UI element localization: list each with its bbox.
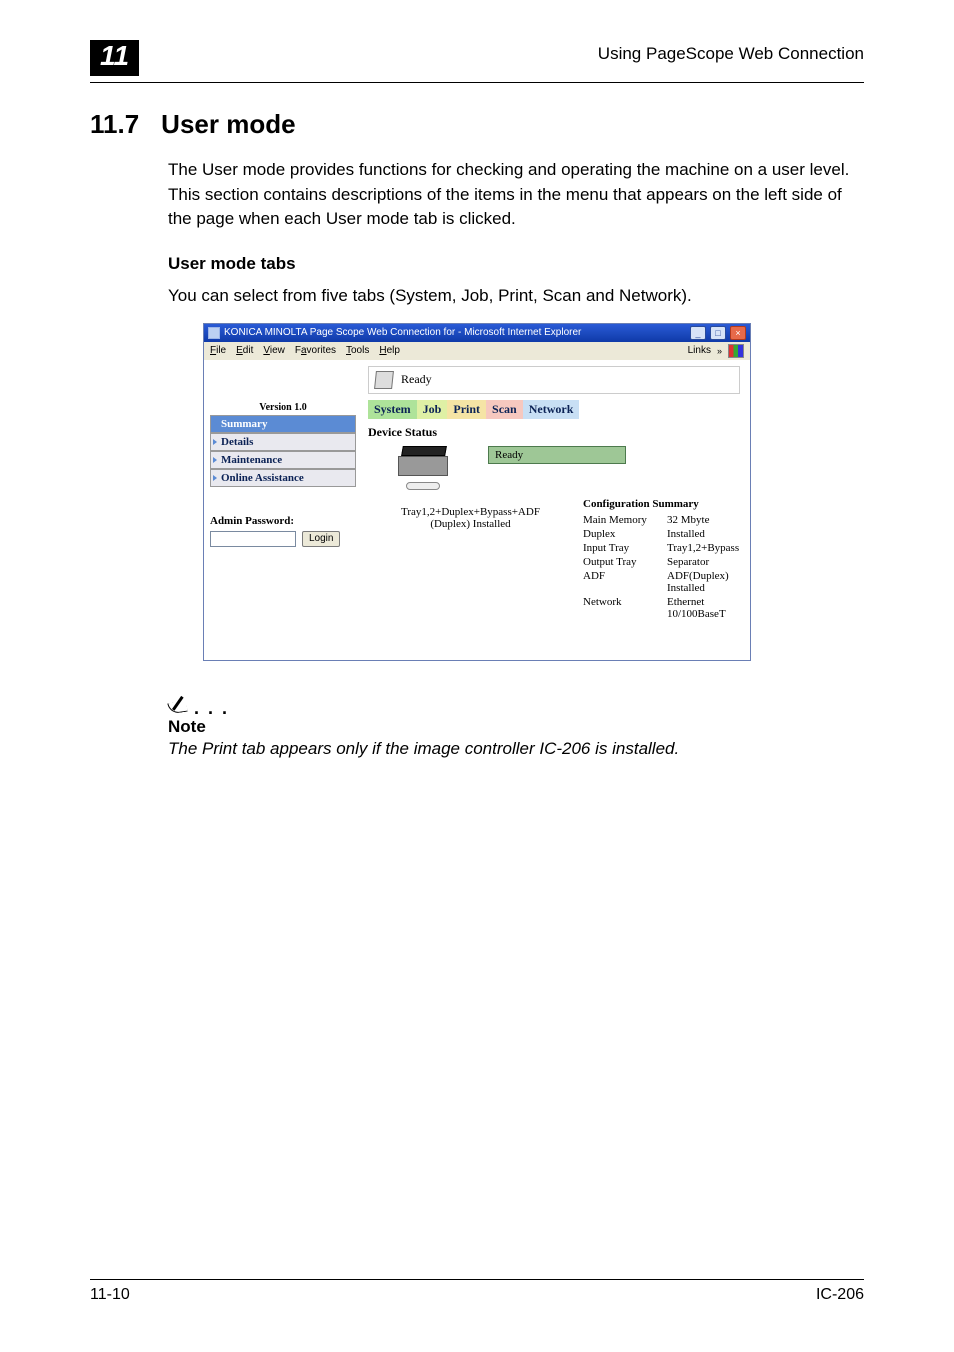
maximize-button[interactable]: □	[710, 326, 726, 340]
tab-strip: System Job Print Scan Network	[368, 400, 740, 419]
footer-page-number: 11-10	[90, 1286, 130, 1304]
minimize-button[interactable]: _	[690, 326, 706, 340]
configuration-grid: Main Memory 32 Mbyte Duplex Installed In…	[583, 514, 740, 620]
ready-status-box: Ready	[488, 446, 626, 464]
login-button[interactable]: Login	[302, 531, 340, 547]
status-text: Ready	[401, 372, 432, 387]
ie-icon	[208, 327, 220, 339]
tab-system[interactable]: System	[368, 400, 417, 419]
tab-print[interactable]: Print	[447, 400, 486, 419]
config-val-network: Ethernet 10/100BaseT	[667, 596, 740, 620]
printer-status-icon	[374, 371, 394, 389]
tab-scan[interactable]: Scan	[486, 400, 523, 419]
subheading-user-mode-tabs: User mode tabs	[168, 254, 864, 274]
content-pane: Ready System Job Print Scan Network Devi…	[362, 360, 750, 660]
page-footer: 11-10 IC-206	[90, 1279, 864, 1304]
subheading-text: You can select from five tabs (System, J…	[168, 284, 864, 309]
config-key-output-tray: Output Tray	[583, 556, 661, 568]
config-val-main-memory: 32 Mbyte	[667, 514, 740, 526]
config-val-input-tray: Tray1,2+Bypass	[667, 542, 740, 554]
note-text: The Print tab appears only if the image …	[168, 739, 864, 759]
menu-file[interactable]: File	[210, 345, 226, 356]
config-val-adf: ADF(Duplex) Installed	[667, 570, 740, 594]
config-val-output-tray: Separator	[667, 556, 740, 568]
section-number: 11.7	[90, 109, 139, 140]
note-label: Note	[168, 717, 864, 737]
window-titlebar: KONICA MINOLTA Page Scope Web Connection…	[204, 324, 750, 342]
menu-favorites[interactable]: Favorites	[295, 345, 336, 356]
config-key-adf: ADF	[583, 570, 661, 594]
menu-help[interactable]: Help	[379, 345, 400, 356]
status-banner: Ready	[368, 366, 740, 394]
menu-view[interactable]: View	[263, 345, 285, 356]
config-key-main-memory: Main Memory	[583, 514, 661, 526]
config-key-network: Network	[583, 596, 661, 620]
tab-job[interactable]: Job	[417, 400, 448, 419]
menu-tools[interactable]: Tools	[346, 345, 369, 356]
device-status-heading: Device Status	[368, 425, 740, 440]
browser-window: KONICA MINOLTA Page Scope Web Connection…	[203, 323, 751, 661]
printer-icon	[392, 446, 454, 492]
sidebar: Version 1.0 Summary Details Maintenance …	[204, 360, 362, 660]
device-illustration	[368, 446, 478, 492]
section-intro: The User mode provides functions for che…	[168, 158, 864, 232]
sidebar-item-online-assistance[interactable]: Online Assistance	[210, 469, 356, 487]
browser-menubar: File Edit View Favorites Tools Help Link…	[204, 342, 750, 360]
breadcrumb: Using PageScope Web Connection	[598, 40, 864, 64]
note-icon	[168, 691, 190, 713]
close-button[interactable]: ×	[730, 326, 746, 340]
sidebar-item-maintenance[interactable]: Maintenance	[210, 451, 356, 469]
sidebar-item-summary[interactable]: Summary	[210, 415, 356, 433]
tab-network[interactable]: Network	[523, 400, 580, 419]
window-title: KONICA MINOLTA Page Scope Web Connection…	[224, 327, 581, 338]
chapter-badge: 11	[90, 40, 139, 76]
footer-model: IC-206	[816, 1286, 864, 1304]
menu-edit[interactable]: Edit	[236, 345, 253, 356]
version-label: Version 1.0	[210, 402, 356, 413]
sidebar-item-details[interactable]: Details	[210, 433, 356, 451]
chevron-right-icon[interactable]: »	[717, 346, 722, 356]
section-title: User mode	[161, 109, 295, 140]
header-rule	[90, 82, 864, 83]
windows-flag-icon	[728, 344, 744, 358]
config-val-duplex: Installed	[667, 528, 740, 540]
ellipsis-icon: . . .	[194, 703, 229, 713]
tray-config-text: Tray1,2+Duplex+Bypass+ADF (Duplex) Insta…	[368, 498, 573, 620]
admin-password-input[interactable]	[210, 531, 296, 547]
links-label[interactable]: Links	[688, 345, 711, 356]
config-key-input-tray: Input Tray	[583, 542, 661, 554]
configuration-summary-heading: Configuration Summary	[583, 498, 740, 510]
config-key-duplex: Duplex	[583, 528, 661, 540]
admin-password-label: Admin Password:	[210, 515, 356, 527]
